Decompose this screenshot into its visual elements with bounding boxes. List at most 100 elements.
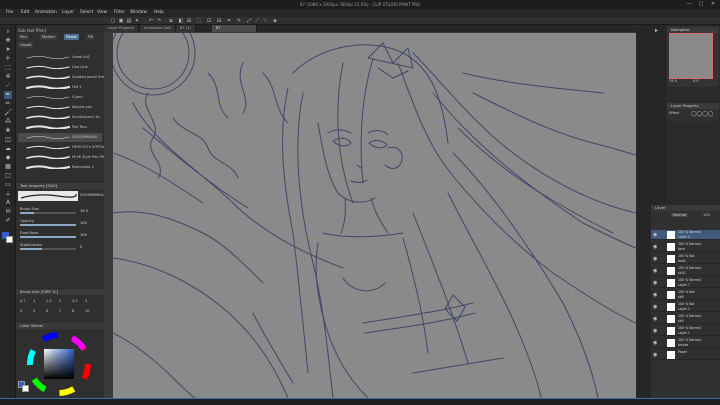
menu-file[interactable]: File: [6, 10, 13, 15]
brush-size-option[interactable]: 0.7: [20, 299, 26, 303]
property-slider[interactable]: [20, 248, 76, 250]
navigator-thumbnail[interactable]: [669, 33, 713, 79]
snap-icon[interactable]: ⊞: [186, 18, 192, 24]
brush-size-option[interactable]: 2: [59, 299, 61, 303]
panel-toggle-icon[interactable]: ▸: [655, 27, 663, 35]
maximize-button[interactable]: □: [696, 1, 706, 8]
brush-size-option[interactable]: 5: [33, 309, 35, 313]
layer-row[interactable]: ◉ 100 % Nor body: [651, 254, 720, 264]
tab-doc-87-1[interactable]: 87 (1): [176, 25, 196, 32]
brush-item[interactable]: Felt 1: [18, 83, 102, 92]
eraser-tool-icon[interactable]: ◫: [4, 136, 12, 144]
tab-marker[interactable]: Marker: [40, 34, 58, 40]
blend-tool-icon[interactable]: ☁: [4, 145, 12, 153]
blend-mode-select[interactable]: Normal: [671, 213, 689, 217]
layer-row[interactable]: ◉ 100 % Normal sk5: [651, 314, 720, 324]
layer-row[interactable]: ◉ 100 % Normal brinda: [651, 338, 720, 348]
move-layer-tool-icon[interactable]: ✛: [4, 55, 12, 63]
brush-size-option[interactable]: 7: [59, 309, 61, 313]
visibility-eye-icon[interactable]: ◉: [653, 328, 657, 334]
pen-tool-icon[interactable]: ✒: [4, 91, 12, 99]
visibility-eye-icon[interactable]: ◉: [653, 232, 657, 238]
visibility-eye-icon[interactable]: ◉: [653, 256, 657, 262]
tab-animation-cels[interactable]: Animation Cels: [140, 25, 177, 32]
menu-view[interactable]: View: [97, 10, 107, 15]
tab-pen[interactable]: Pen: [18, 34, 29, 40]
pen-icon[interactable]: ✎: [236, 18, 242, 24]
clear-icon[interactable]: ✦: [134, 18, 140, 24]
minimize-button[interactable]: —: [684, 1, 694, 8]
close-button[interactable]: ✕: [708, 1, 718, 8]
brush-item[interactable]: Kabura pen: [18, 103, 102, 112]
brush-size-option[interactable]: 6: [46, 309, 48, 313]
fill-icon[interactable]: ◧: [178, 18, 184, 24]
brush-size-option[interactable]: 1: [33, 299, 35, 303]
zoom-tool-icon[interactable]: ⌕: [4, 28, 12, 36]
tab-pastel[interactable]: Pastel: [64, 34, 80, 40]
eyedropper-tool-icon[interactable]: ⟋: [4, 82, 12, 90]
effect-icons[interactable]: ◯◯◯◯: [691, 111, 713, 117]
visibility-eye-icon[interactable]: ◉: [653, 304, 657, 310]
layer-row[interactable]: ◉ Paper: [651, 350, 720, 360]
select-all-icon[interactable]: ⬚: [196, 18, 202, 24]
new-icon[interactable]: ▢: [110, 18, 116, 24]
brush-size-option[interactable]: 1.5: [46, 299, 52, 303]
brush-size-option[interactable]: 3: [85, 299, 87, 303]
fill-tool-icon[interactable]: ◆: [4, 154, 12, 162]
tab-liquid[interactable]: Liquid: [18, 42, 34, 48]
redo-icon[interactable]: ↷: [156, 18, 162, 24]
property-value[interactable]: 100: [80, 233, 87, 237]
snap-special-icon[interactable]: ◈: [272, 18, 278, 24]
visibility-eye-icon[interactable]: ◉: [653, 268, 657, 274]
brush-tool-icon[interactable]: 🖌: [4, 109, 12, 117]
brush-item[interactable]: Line Line: [18, 63, 102, 72]
visibility-eye-icon[interactable]: ◉: [653, 352, 657, 358]
undo-icon[interactable]: ↶: [148, 18, 154, 24]
navigator-zoom[interactable]: 15.0: [669, 79, 677, 83]
brush-item[interactable]: Spotted pencil liner2: [18, 73, 108, 82]
visibility-eye-icon[interactable]: ◉: [653, 244, 657, 250]
pencil-tool-icon[interactable]: ✏: [4, 100, 12, 108]
menu-select[interactable]: Select: [80, 10, 93, 15]
layer-row[interactable]: ◉ 100 % Normal face: [651, 242, 720, 252]
layer-row[interactable]: ◉ 100 % Nor Layer 1: [651, 302, 720, 312]
auto-select-tool-icon[interactable]: ✲: [4, 73, 12, 81]
property-row[interactable]: Stabilization 5: [20, 243, 100, 252]
layer-row[interactable]: ◉ 100 % Normal Layer 4: [651, 230, 720, 240]
menu-window[interactable]: Window: [130, 10, 147, 15]
brush-item[interactable]: SAOSEMMILVA: [18, 133, 102, 142]
brush-size-option[interactable]: 10: [85, 309, 89, 313]
brush-item[interactable]: Scratchpen1.1b: [18, 113, 102, 122]
crop-icon[interactable]: ⌗: [226, 18, 232, 24]
airbrush-tool-icon[interactable]: ⁂: [4, 118, 12, 126]
ruler-tool-icon[interactable]: ⟂: [4, 190, 12, 198]
transform-icon[interactable]: ⧈: [168, 18, 174, 24]
snap-ruler-icon[interactable]: ⟋: [254, 18, 260, 24]
brush-item[interactable]: HEVECUT4 SOFTrack: [18, 143, 108, 152]
tab-fill[interactable]: Fill: [86, 34, 96, 40]
property-slider[interactable]: [20, 224, 76, 226]
navigator-angle[interactable]: 0.0: [693, 79, 699, 83]
tab-doc-87[interactable]: 87: [212, 25, 257, 32]
property-value[interactable]: 5: [80, 245, 82, 249]
brush-size-option[interactable]: 2.5: [72, 299, 78, 303]
move-tool-icon[interactable]: ✥: [4, 37, 12, 45]
brush-item[interactable]: Mi Mi Style Pen 99 gentle: [18, 153, 116, 162]
decoration-tool-icon[interactable]: ❀: [4, 127, 12, 135]
gradient-tool-icon[interactable]: ▦: [4, 163, 12, 171]
layer-row[interactable]: ◉ 100 % Nor sk8: [651, 290, 720, 300]
menu-edit[interactable]: Edit: [21, 10, 29, 15]
layer-row[interactable]: ◉ 100 % Normal sk10: [651, 266, 720, 276]
brush-item[interactable]: Pen Tenz: [18, 123, 102, 132]
layer-opacity[interactable]: 100: [703, 213, 710, 217]
drawing-canvas[interactable]: [113, 33, 636, 398]
deselect-icon[interactable]: ⊡: [206, 18, 212, 24]
layer-row[interactable]: ◉ 100 % Normal Layer 7: [651, 278, 720, 288]
property-slider[interactable]: [20, 212, 76, 214]
property-value[interactable]: 10.0: [80, 209, 88, 213]
save-icon[interactable]: ▤: [126, 18, 132, 24]
frame-tool-icon[interactable]: ▭: [4, 181, 12, 189]
correct-line-tool-icon[interactable]: ✐: [4, 217, 12, 225]
menu-animation[interactable]: Animation: [35, 10, 57, 15]
property-slider[interactable]: [20, 236, 76, 238]
